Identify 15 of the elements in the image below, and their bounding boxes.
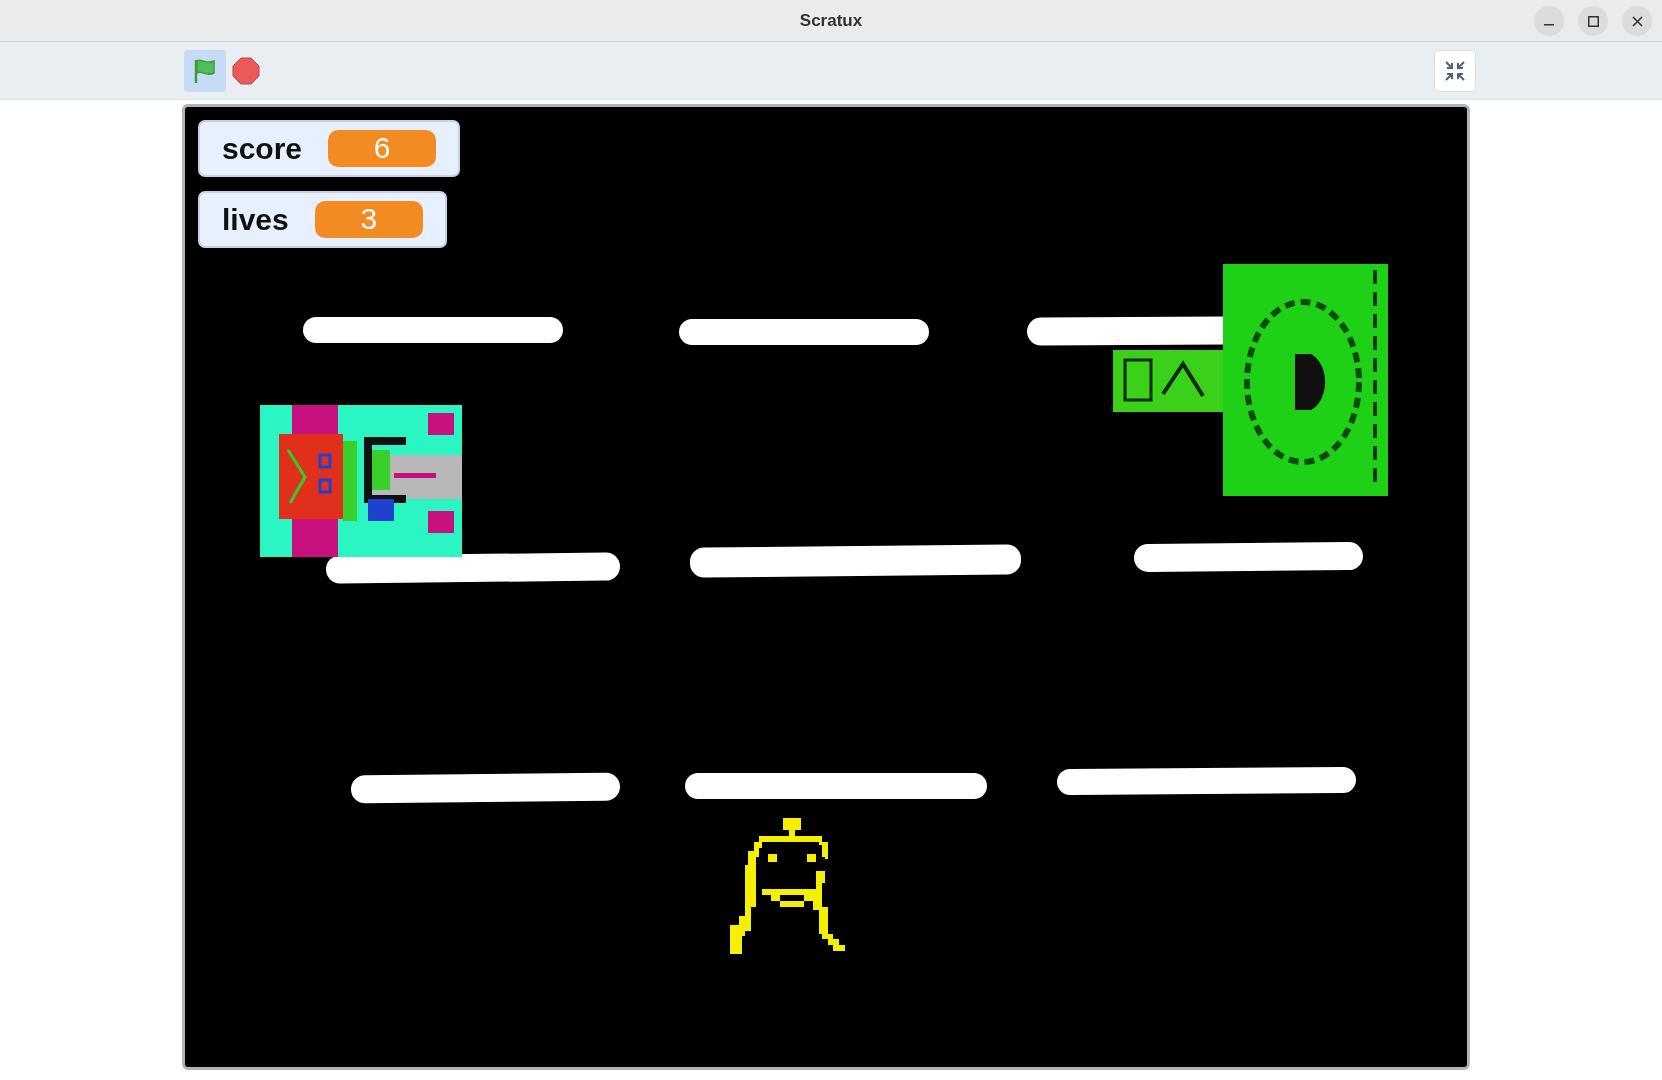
maximize-icon bbox=[1587, 15, 1599, 27]
variable-value: 6 bbox=[328, 130, 437, 167]
close-button[interactable] bbox=[1622, 6, 1652, 36]
stop-icon bbox=[232, 56, 260, 85]
minimize-button[interactable] bbox=[1534, 6, 1564, 36]
close-icon bbox=[1631, 15, 1643, 27]
maximize-button[interactable] bbox=[1578, 6, 1608, 36]
minimize-icon bbox=[1544, 24, 1554, 26]
flag-button[interactable] bbox=[184, 49, 226, 92]
variable-value: 3 bbox=[314, 201, 423, 238]
window-title: Scratux bbox=[799, 10, 863, 31]
variable-name: lives bbox=[222, 202, 289, 237]
exit-fullscreen-button[interactable] bbox=[1434, 49, 1476, 92]
variable-name: score bbox=[222, 131, 303, 166]
shrink-icon bbox=[1444, 59, 1466, 82]
